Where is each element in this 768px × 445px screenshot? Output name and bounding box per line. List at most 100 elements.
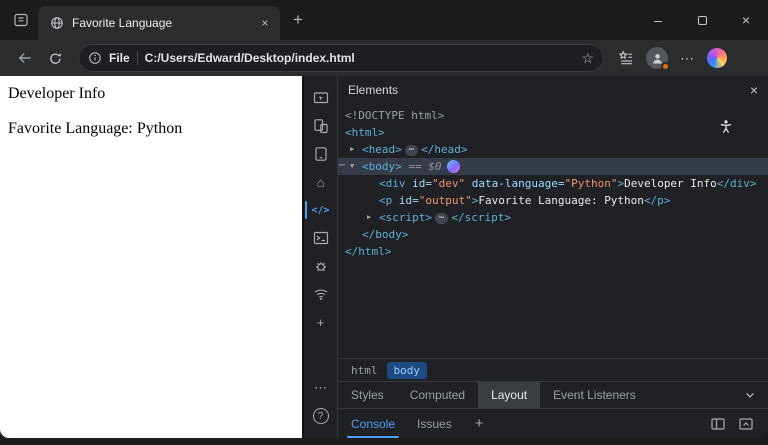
code-token-attr: id= (392, 194, 419, 207)
code-token-tag: </html> (345, 245, 391, 258)
code-token-val: "Python" (564, 177, 617, 190)
page-heading: Developer Info (8, 85, 294, 103)
console-sidebar-icon[interactable] (704, 416, 732, 432)
tab-event-listeners[interactable]: Event Listeners (540, 382, 649, 408)
disclosure-arrow-icon[interactable]: ▼ (350, 158, 354, 175)
profile-avatar[interactable] (646, 47, 668, 69)
favorite-star-icon[interactable]: ☆ (581, 50, 594, 67)
code-token-attr: id= (406, 177, 433, 190)
info-icon[interactable] (88, 51, 102, 65)
code-token-val: "dev" (432, 177, 465, 190)
dom-tree-row[interactable]: <div id="dev" data-language="Python">Dev… (338, 175, 768, 192)
devtools-close-icon[interactable]: × (750, 82, 758, 98)
elements-tool-icon[interactable]: </> (304, 196, 337, 224)
debug-tool-icon[interactable] (304, 252, 337, 280)
disclosure-arrow-icon[interactable]: ▶ (367, 209, 371, 226)
devtools-header: Elements × (338, 76, 768, 104)
code-token-ell: ⋯ (435, 213, 448, 224)
dom-tree-row[interactable]: ▶ <script>⋯</script> (338, 209, 768, 226)
dom-tree-row[interactable]: <!DOCTYPE html> (338, 107, 768, 124)
screencast-tool-icon[interactable] (304, 84, 337, 112)
disclosure-arrow-icon[interactable]: ▶ (350, 141, 354, 158)
add-tool-icon[interactable]: + (304, 308, 337, 336)
code-token-tag: </script> (451, 211, 511, 224)
breadcrumb-html[interactable]: html (344, 362, 385, 379)
code-token-tag: </p> (644, 194, 671, 207)
minimize-button[interactable]: – (636, 0, 680, 40)
gutter-ellipsis[interactable]: ⋯ (339, 157, 345, 174)
content-area: Developer Info Favorite Language: Python… (0, 76, 768, 438)
back-button[interactable] (10, 43, 40, 73)
console-tool-icon[interactable] (304, 224, 337, 252)
chevron-down-icon[interactable] (732, 382, 768, 408)
tab-actions-icon[interactable] (8, 7, 34, 33)
browser-tab[interactable]: Favorite Language × (38, 6, 280, 40)
url-text[interactable]: C:/Users/Edward/Desktop/index.html (145, 51, 575, 65)
device-emulation-icon[interactable] (304, 112, 337, 140)
code-token-tag: </div> (717, 177, 757, 190)
code-token-muted: <!DOCTYPE html> (345, 109, 444, 122)
accessibility-tree-icon[interactable] (718, 119, 734, 140)
tab-title: Favorite Language (72, 16, 248, 30)
dom-tree-row[interactable]: ▶ <head>⋯</head> (338, 141, 768, 158)
refresh-button[interactable] (40, 43, 70, 73)
breadcrumb-body[interactable]: body (387, 362, 428, 379)
code-token-tag: </body> (362, 228, 408, 241)
dom-tree-row[interactable]: ⋯ ▼ <body> == $0 (338, 158, 768, 175)
code-token-tag: </head> (421, 143, 467, 156)
dom-tree-row[interactable]: </html> (338, 243, 768, 260)
network-tool-icon[interactable] (304, 280, 337, 308)
dom-tree-rows: <!DOCTYPE html><html>▶<head>⋯</head>⋯▼<b… (338, 107, 768, 260)
new-tab-button[interactable]: + (284, 6, 312, 34)
url-scheme-label: File (109, 51, 130, 65)
code-token-text: Favorite Language: Python (478, 194, 644, 207)
tab-close-icon[interactable]: × (256, 14, 274, 32)
console-drawer-bar: Console Issues + (338, 408, 768, 438)
add-drawer-tab-icon[interactable]: + (463, 415, 496, 432)
console-expand-icon[interactable] (732, 416, 760, 432)
home-tool-icon[interactable]: ⌂ (304, 168, 337, 196)
dom-tree-row[interactable]: <html> (338, 124, 768, 141)
sidebar-tab-bar: Styles Computed Layout Event Listeners (338, 381, 768, 408)
tab-layout[interactable]: Layout (478, 382, 540, 408)
code-token-val: "output" (419, 194, 472, 207)
more-tools-icon[interactable]: ⋯ (304, 374, 337, 402)
toolbar: File C:/Users/Edward/Desktop/index.html … (0, 40, 768, 76)
code-token-tag: <script> (379, 211, 432, 224)
dom-tree-row[interactable]: <p id="output">Favorite Language: Python… (338, 192, 768, 209)
code-token-tag: <html> (345, 126, 385, 139)
address-bar[interactable]: File C:/Users/Edward/Desktop/index.html … (78, 44, 604, 72)
code-token-tag: <head> (362, 143, 402, 156)
tab-computed[interactable]: Computed (397, 382, 478, 408)
code-token-tag: <div (379, 177, 406, 190)
dom-breadcrumbs: html body (338, 358, 768, 381)
avatar-status-dot (661, 62, 670, 71)
dom-tree: <!DOCTYPE html><html>▶<head>⋯</head>⋯▼<b… (338, 104, 768, 358)
code-token-tag: <body> (362, 160, 402, 173)
tab-issues[interactable]: Issues (406, 409, 463, 438)
devtools-panel-title: Elements (348, 83, 398, 97)
tablet-tool-icon[interactable] (304, 140, 337, 168)
browser-window: Favorite Language × + – × File C:/Users/… (0, 0, 768, 445)
toolbar-right: ⋯ (618, 47, 727, 69)
code-token-ell: ⋯ (405, 145, 418, 156)
copilot-badge-icon[interactable] (447, 160, 460, 173)
dom-tree-row[interactable]: </body> (338, 226, 768, 243)
devtools-activity-bar: ⌂ </> + ⋯ ? (304, 76, 338, 438)
copilot-icon[interactable] (707, 48, 727, 68)
devtools-main: Elements × <!DOCTYPE html><html>▶<head>⋯… (338, 76, 768, 438)
help-icon[interactable]: ? (304, 402, 337, 430)
code-token-eq: == $0 (402, 160, 442, 173)
page-content: Developer Info Favorite Language: Python (0, 76, 302, 438)
code-token-attr: data-language= (465, 177, 564, 190)
close-button[interactable]: × (724, 0, 768, 40)
globe-icon (50, 16, 64, 30)
browser-menu-icon[interactable]: ⋯ (680, 50, 695, 67)
devtools-panel: ⌂ </> + ⋯ ? Elements × (302, 76, 768, 438)
tab-console[interactable]: Console (340, 409, 406, 438)
titlebar: Favorite Language × + – × (0, 0, 768, 40)
favorites-hub-icon[interactable] (618, 50, 634, 66)
sidebar-tab-spacer (649, 382, 732, 408)
maximize-button[interactable] (680, 0, 724, 40)
tab-styles[interactable]: Styles (338, 382, 397, 408)
